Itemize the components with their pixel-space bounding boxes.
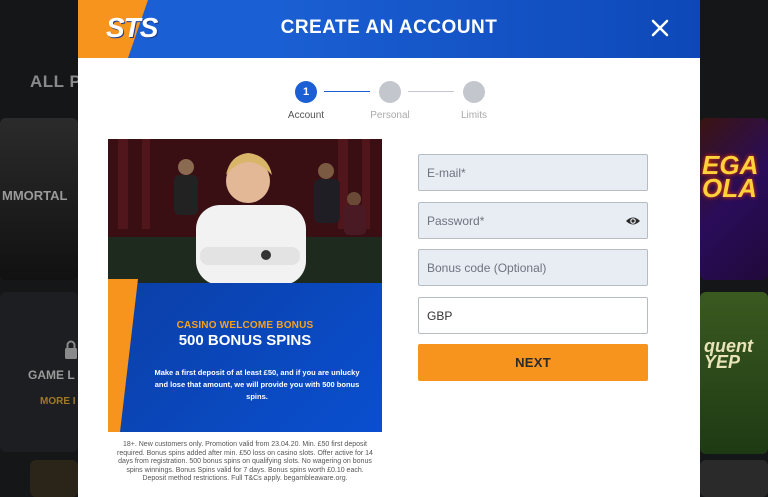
game-tile-title: EGA OLA (702, 150, 759, 204)
step-indicator (463, 81, 485, 103)
close-icon[interactable] (648, 16, 672, 40)
password-field[interactable] (418, 202, 648, 239)
create-account-modal: STS CREATE AN ACCOUNT 1 Account Personal… (78, 0, 700, 497)
modal-header: STS CREATE AN ACCOUNT (78, 0, 700, 58)
step-personal: Personal (360, 81, 420, 121)
step-label: Personal (370, 110, 410, 121)
game-tile-title: MMORTAL (2, 188, 68, 203)
welcome-bonus-promo: CASINO WELCOME BONUS 500 BONUS SPINS Mak… (108, 139, 382, 432)
game-tile-title: quent YEP (704, 336, 753, 373)
step-label: Limits (460, 110, 488, 121)
step-limits: Limits (444, 81, 504, 121)
currency-input[interactable] (419, 298, 647, 333)
game-tile[interactable] (700, 460, 768, 497)
eye-icon[interactable] (625, 214, 641, 228)
step-label: Account (287, 110, 325, 121)
bonus-code-field[interactable] (418, 249, 648, 286)
step-indicator: 1 (295, 81, 317, 103)
game-tile[interactable] (30, 460, 78, 497)
promo-panel (108, 283, 382, 432)
email-field[interactable] (418, 154, 648, 191)
promo-subtitle: CASINO WELCOME BONUS (176, 320, 314, 331)
terms-text: 18+. New customers only. Promotion valid… (117, 441, 373, 483)
game-tile[interactable]: EGA OLA (700, 118, 768, 280)
registration-stepper: 1 Account Personal Limits (278, 81, 498, 125)
locked-game-tile[interactable]: GAME L MORE I (0, 292, 78, 452)
step-indicator (379, 81, 401, 103)
game-tile-label: GAME L (28, 368, 75, 382)
bonus-code-input[interactable] (419, 250, 647, 285)
modal-title: CREATE AN ACCOUNT (280, 17, 498, 38)
lock-icon (65, 340, 77, 359)
email-input[interactable] (419, 155, 647, 190)
game-tile[interactable]: MMORTAL (0, 118, 78, 280)
currency-field[interactable] (418, 297, 648, 334)
promo-description: Make a first deposit of at least £50, an… (154, 368, 360, 401)
section-title: ALL P (30, 72, 82, 91)
more-info-link[interactable]: MORE I (40, 396, 76, 407)
step-account: 1 Account (276, 81, 336, 121)
promo-photo (108, 139, 382, 283)
password-input[interactable] (419, 203, 647, 238)
next-button[interactable]: NEXT (418, 344, 648, 381)
game-tile[interactable]: quent YEP (700, 292, 768, 454)
promo-headline: 500 BONUS SPINS (178, 332, 312, 349)
